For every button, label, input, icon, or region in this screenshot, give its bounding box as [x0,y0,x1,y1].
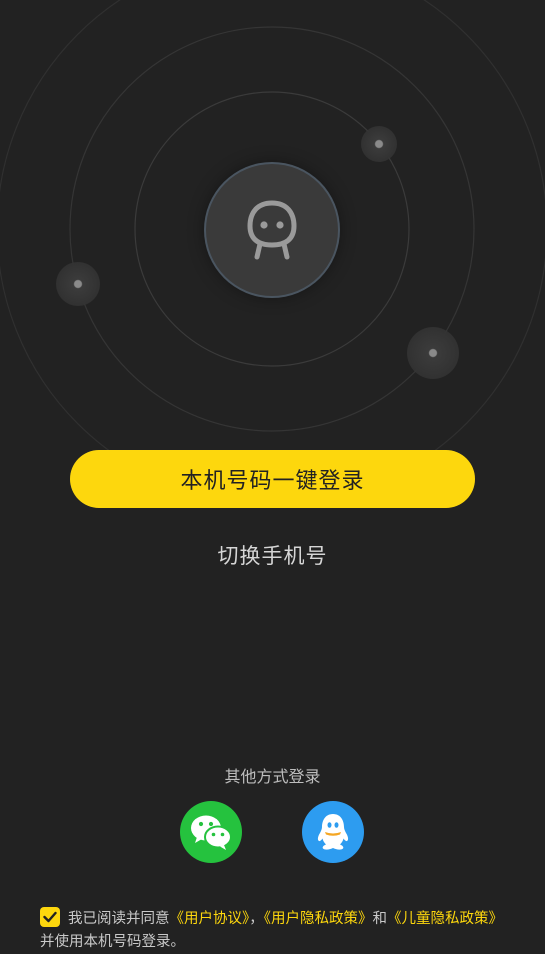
child-privacy-link[interactable]: 《儿童隐私政策》 [387,911,503,927]
wechat-icon [191,815,232,850]
agreement-and: 和 [372,911,388,927]
wechat-login-button[interactable] [180,801,242,863]
qq-login-button[interactable] [302,801,364,863]
one-click-login-button[interactable]: 本机号码一键登录 [70,450,475,508]
agreement-suffix: 并使用本机号码登录。 [40,934,185,950]
agreement-comma: ， [249,911,264,927]
agreement-text: 我已阅读并同意《用户协议》，《用户隐私政策》和《儿童隐私政策》并使用本机号码登录… [40,907,510,954]
switch-phone-link[interactable]: 切换手机号 [0,540,545,570]
qq-icon [317,814,349,850]
radar-dot [361,126,397,162]
robot-face-icon [247,200,297,260]
agreement-prefix: 我已阅读并同意 [68,911,170,927]
radar-dot [56,262,100,306]
radar-dot [407,327,459,379]
user-agreement-link[interactable]: 《用户协议》 [170,911,250,927]
check-icon [43,911,57,923]
agreement-checkbox[interactable] [40,907,60,927]
other-login-title: 其他方式登录 [224,767,321,786]
avatar [206,164,338,296]
privacy-policy-link[interactable]: 《用户隐私政策》 [264,911,373,927]
